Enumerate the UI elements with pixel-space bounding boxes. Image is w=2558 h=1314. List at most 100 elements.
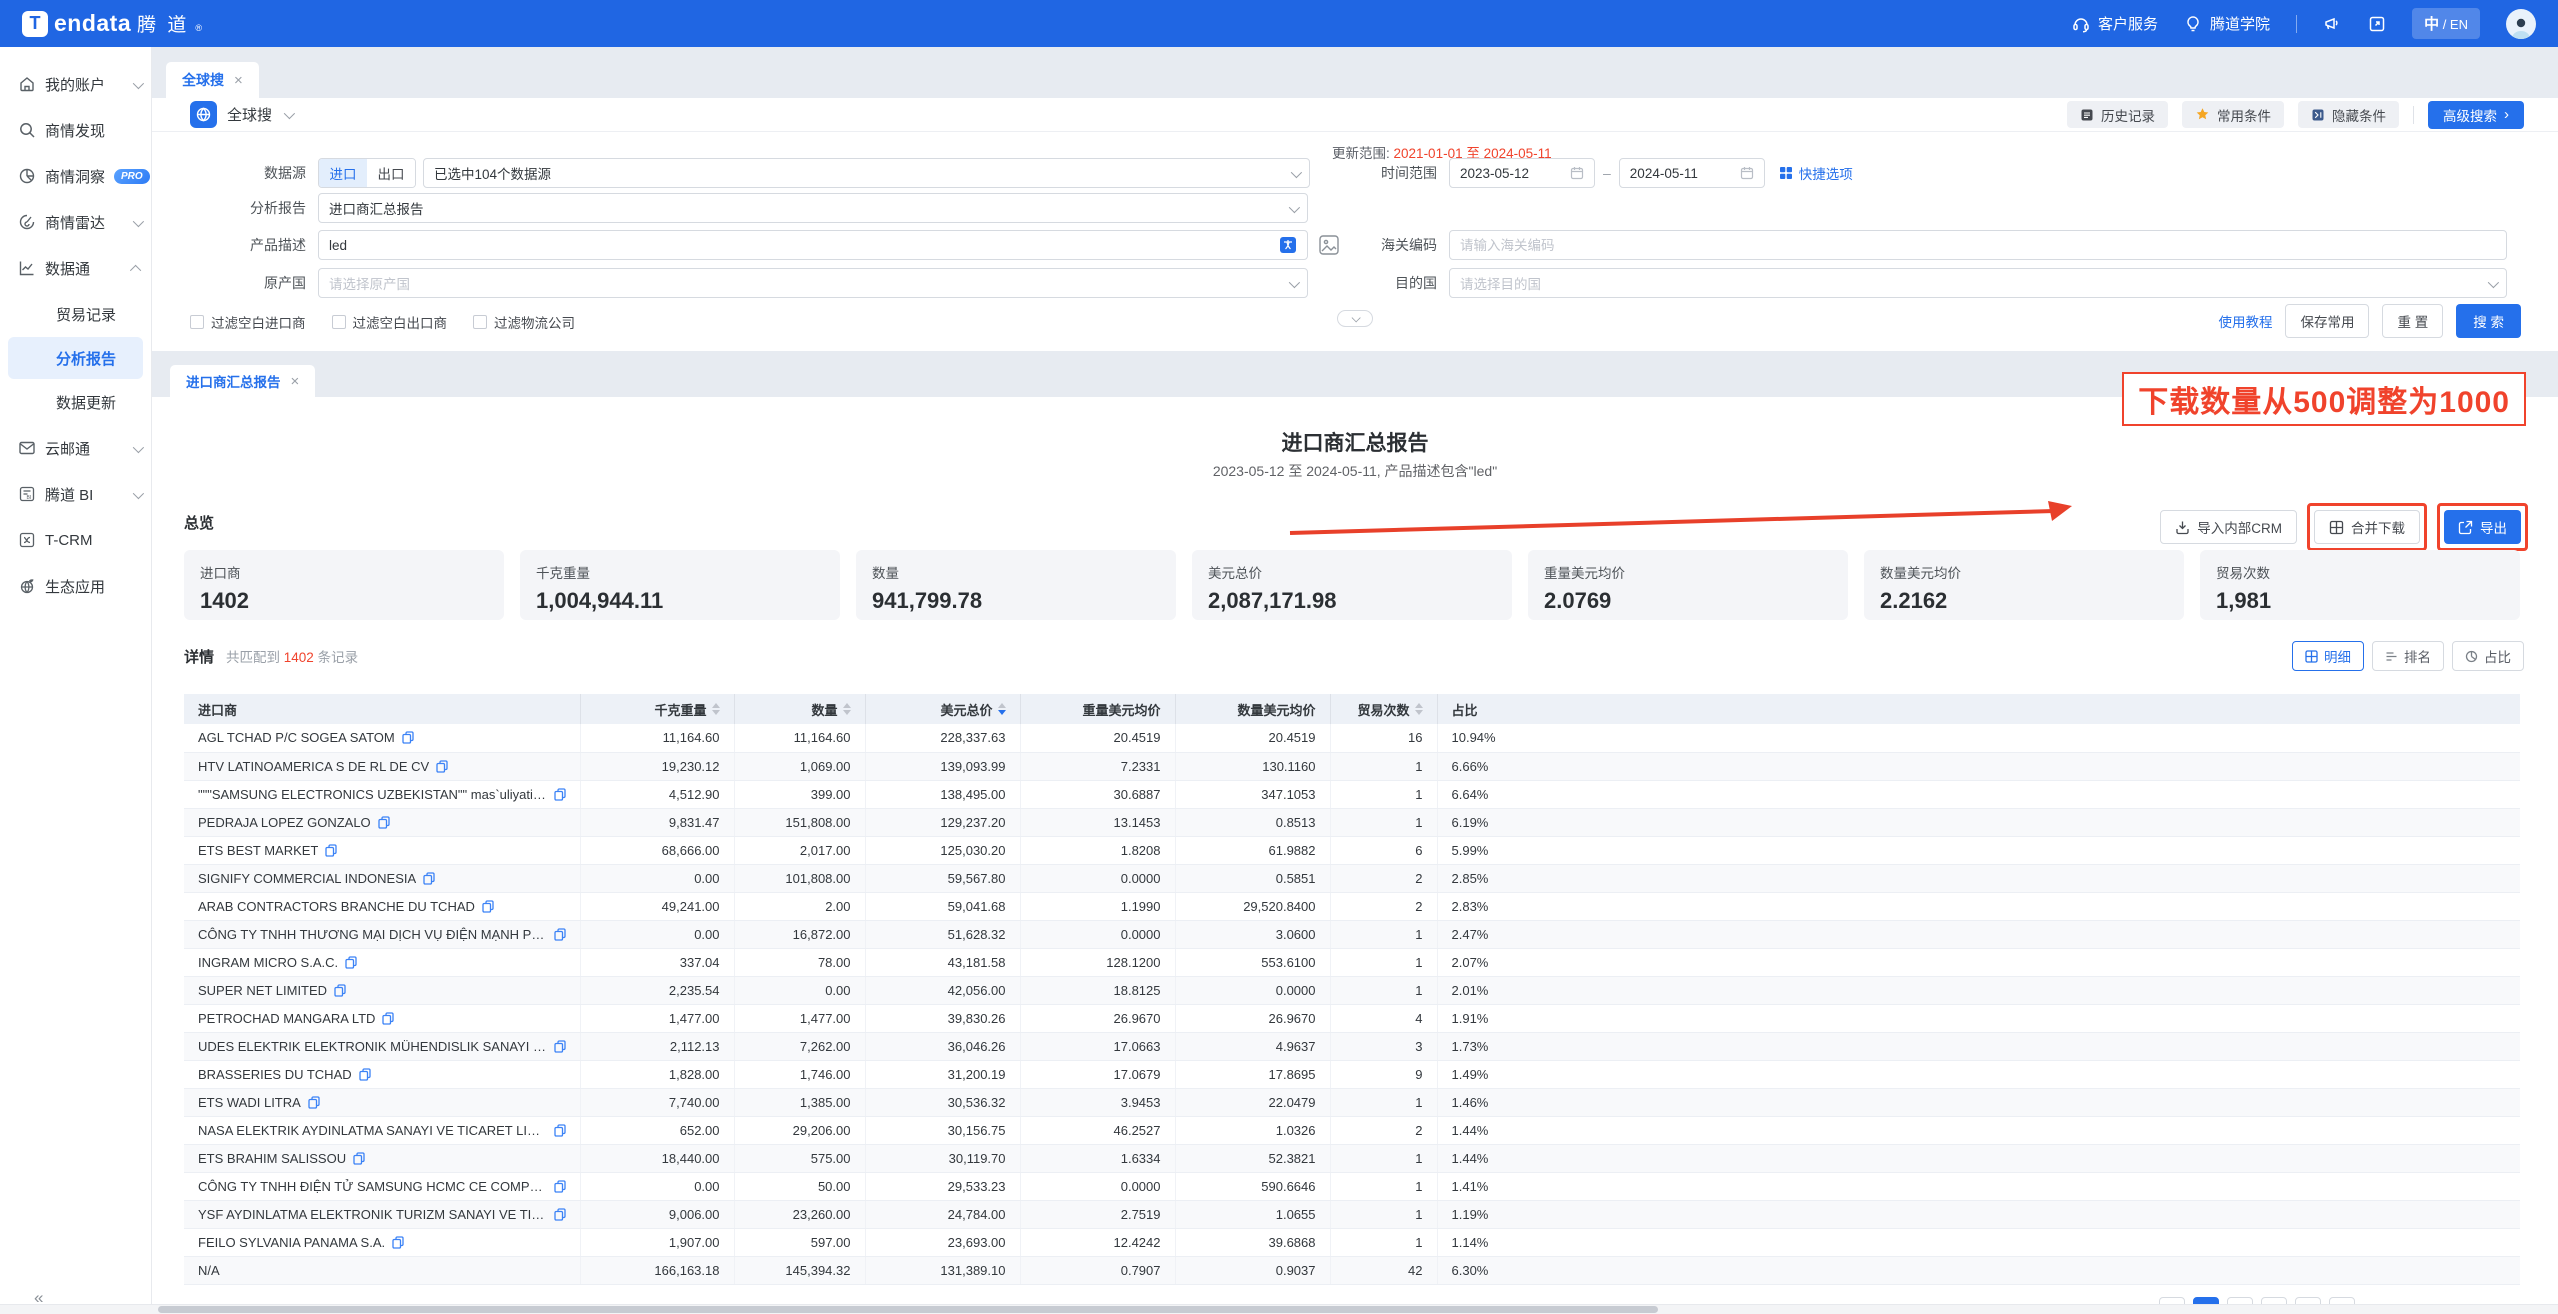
export-toggle[interactable]: 出口 xyxy=(367,159,415,187)
table-row[interactable]: SIGNIFY COMMERCIAL INDONESIA0.00101,808.… xyxy=(184,864,2520,892)
tendata-academy-link[interactable]: 腾道学院 xyxy=(2184,13,2270,34)
sidebar-item-biz-discovery[interactable]: 商情发现 xyxy=(0,107,151,153)
table-row[interactable]: ETS BRAHIM SALISSOU18,440.00575.0030,119… xyxy=(184,1144,2520,1172)
table-row[interactable]: HTV LATINOAMERICA S DE RL DE CV19,230.12… xyxy=(184,752,2520,780)
save-conditions-button[interactable]: 保存常用 xyxy=(2285,304,2369,338)
copy-icon[interactable] xyxy=(353,1152,365,1165)
scrollbar-thumb[interactable] xyxy=(158,1306,1658,1313)
export-button[interactable]: 导出 xyxy=(2444,510,2521,544)
user-avatar[interactable] xyxy=(2506,9,2536,39)
table-row[interactable]: CÔNG TY TNHH ĐIỆN TỬ SAMSUNG HCMC CE COM… xyxy=(184,1172,2520,1200)
table-row[interactable]: ETS BEST MARKET68,666.002,017.00125,030.… xyxy=(184,836,2520,864)
copy-icon[interactable] xyxy=(325,844,337,857)
copy-icon[interactable] xyxy=(308,1096,320,1109)
table-row[interactable]: SUPER NET LIMITED2,235.540.0042,056.0018… xyxy=(184,976,2520,1004)
filter-blank-exporter-checkbox[interactable]: 过滤空白出口商 xyxy=(332,312,448,332)
advanced-search-button[interactable]: 高级搜索 › xyxy=(2428,101,2524,129)
column-header[interactable]: 贸易次数 xyxy=(1330,694,1437,724)
chevron-down-icon[interactable] xyxy=(284,107,295,118)
tab-importer-summary-report[interactable]: 进口商汇总报告 × xyxy=(170,365,315,397)
copy-icon[interactable] xyxy=(378,816,390,829)
copy-icon[interactable] xyxy=(554,788,566,801)
copy-icon[interactable] xyxy=(554,1208,566,1221)
sidebar-item-biz-insight[interactable]: 商情洞察PRO xyxy=(0,153,151,199)
hide-conditions-button[interactable]: 隐藏条件 xyxy=(2298,101,2399,128)
table-row[interactable]: FEILO SYLVANIA PANAMA S.A.1,907.00597.00… xyxy=(184,1228,2520,1256)
table-row[interactable]: INGRAM MICRO S.A.C.337.0478.0043,181.581… xyxy=(184,948,2520,976)
import-toggle[interactable]: 进口 xyxy=(319,159,367,187)
date-to-input[interactable]: 2024-05-11 xyxy=(1619,158,1765,188)
table-row[interactable]: UDES ELEKTRIK ELEKTRONIK MÜHENDISLIK SAN… xyxy=(184,1032,2520,1060)
reset-button[interactable]: 重 置 xyxy=(2382,304,2443,338)
column-header[interactable]: 千克重量 xyxy=(580,694,734,724)
collapse-filters-button[interactable] xyxy=(1337,310,1373,327)
table-row[interactable]: N/A166,163.18145,394.32131,389.100.79070… xyxy=(184,1256,2520,1284)
copy-icon[interactable] xyxy=(359,1068,371,1081)
language-switch[interactable]: 中 / EN xyxy=(2412,8,2480,39)
data-source-select[interactable]: 已选中104个数据源 xyxy=(423,158,1310,188)
copy-icon[interactable] xyxy=(554,1124,566,1137)
sidebar-item-trade-records[interactable]: 贸易记录 xyxy=(8,293,143,335)
table-row[interactable]: """SAMSUNG ELECTRONICS UZBEKISTAN"" mas`… xyxy=(184,780,2520,808)
table-row[interactable]: BRASSERIES DU TCHAD1,828.001,746.0031,20… xyxy=(184,1060,2520,1088)
merge-download-button[interactable]: 合并下载 xyxy=(2314,510,2420,544)
sidebar-item-biz-radar[interactable]: 商情雷达 xyxy=(0,199,151,245)
sidebar-item-data-update[interactable]: 数据更新 xyxy=(8,381,143,423)
column-header[interactable]: 数量 xyxy=(734,694,865,724)
horizontal-scrollbar[interactable] xyxy=(0,1304,2558,1314)
table-row[interactable]: ETS WADI LITRA7,740.001,385.0030,536.323… xyxy=(184,1088,2520,1116)
table-row[interactable]: AGL TCHAD P/C SOGEA SATOM11,164.6011,164… xyxy=(184,724,2520,752)
copy-icon[interactable] xyxy=(436,760,448,773)
tutorial-link[interactable]: 使用教程 xyxy=(2218,311,2272,331)
destination-country-select[interactable]: 请选择目的国 xyxy=(1449,268,2507,298)
sidebar-item-analysis-report[interactable]: 分析报告 xyxy=(8,337,143,379)
hs-code-input[interactable] xyxy=(1460,238,2496,253)
translate-icon[interactable] xyxy=(1279,236,1297,254)
fullscreen-icon[interactable] xyxy=(2368,15,2386,33)
sort-icon[interactable] xyxy=(843,703,851,715)
table-row[interactable]: CÔNG TY TNHH THƯƠNG MẠI DỊCH VỤ ĐIỆN MẠN… xyxy=(184,920,2520,948)
sidebar-item-eco-apps[interactable]: 生态应用 xyxy=(0,563,151,609)
table-row[interactable]: YSF AYDINLATMA ELEKTRONIK TURIZM SANAYI … xyxy=(184,1200,2520,1228)
megaphone-icon[interactable] xyxy=(2323,14,2342,33)
view-detail-button[interactable]: 明细 xyxy=(2292,641,2364,671)
import-to-crm-button[interactable]: 导入内部CRM xyxy=(2160,510,2297,544)
sidebar-item-t-crm[interactable]: T-CRM xyxy=(0,517,151,563)
copy-icon[interactable] xyxy=(334,984,346,997)
history-button[interactable]: 历史记录 xyxy=(2067,101,2168,128)
filter-blank-importer-checkbox[interactable]: 过滤空白进口商 xyxy=(190,312,306,332)
sort-icon[interactable] xyxy=(1415,703,1423,715)
view-rank-button[interactable]: 排名 xyxy=(2372,641,2444,671)
close-icon[interactable]: × xyxy=(234,72,243,89)
table-row[interactable]: PETROCHAD MANGARA LTD1,477.001,477.0039,… xyxy=(184,1004,2520,1032)
sidebar-item-data-hub[interactable]: 数据通 xyxy=(0,245,151,291)
report-type-select[interactable]: 进口商汇总报告 xyxy=(318,193,1308,223)
tab-global-search[interactable]: 全球搜 × xyxy=(166,62,259,98)
search-button[interactable]: 搜 索 xyxy=(2456,304,2521,338)
copy-icon[interactable] xyxy=(423,872,435,885)
sort-icon[interactable] xyxy=(998,703,1006,715)
sort-icon[interactable] xyxy=(712,703,720,715)
copy-icon[interactable] xyxy=(554,928,566,941)
close-icon[interactable]: × xyxy=(291,373,300,390)
copy-icon[interactable] xyxy=(392,1236,404,1249)
copy-icon[interactable] xyxy=(382,1012,394,1025)
favorite-conditions-button[interactable]: 常用条件 xyxy=(2182,101,2284,128)
table-row[interactable]: ARAB CONTRACTORS BRANCHE DU TCHAD49,241.… xyxy=(184,892,2520,920)
table-row[interactable]: NASA ELEKTRIK AYDINLATMA SANAYI VE TICAR… xyxy=(184,1116,2520,1144)
copy-icon[interactable] xyxy=(402,731,414,744)
sidebar-item-tendata-bi[interactable]: BI腾道 BI xyxy=(0,471,151,517)
origin-country-select[interactable]: 请选择原产国 xyxy=(318,268,1308,298)
sidebar-item-my-account[interactable]: 我的账户 xyxy=(0,61,151,107)
copy-icon[interactable] xyxy=(345,956,357,969)
table-row[interactable]: PEDRAJA LOPEZ GONZALO9,831.47151,808.001… xyxy=(184,808,2520,836)
sidebar-item-cloud-mail[interactable]: 云邮通 xyxy=(0,425,151,471)
copy-icon[interactable] xyxy=(554,1180,566,1193)
copy-icon[interactable] xyxy=(482,900,494,913)
column-header[interactable]: 美元总价 xyxy=(865,694,1020,724)
customer-service-link[interactable]: 客户服务 xyxy=(2072,13,2158,34)
filter-logistics-checkbox[interactable]: 过滤物流公司 xyxy=(473,312,575,332)
copy-icon[interactable] xyxy=(554,1040,566,1053)
quick-options-link[interactable]: 快捷选项 xyxy=(1779,163,1853,183)
date-from-input[interactable]: 2023-05-12 xyxy=(1449,158,1595,188)
